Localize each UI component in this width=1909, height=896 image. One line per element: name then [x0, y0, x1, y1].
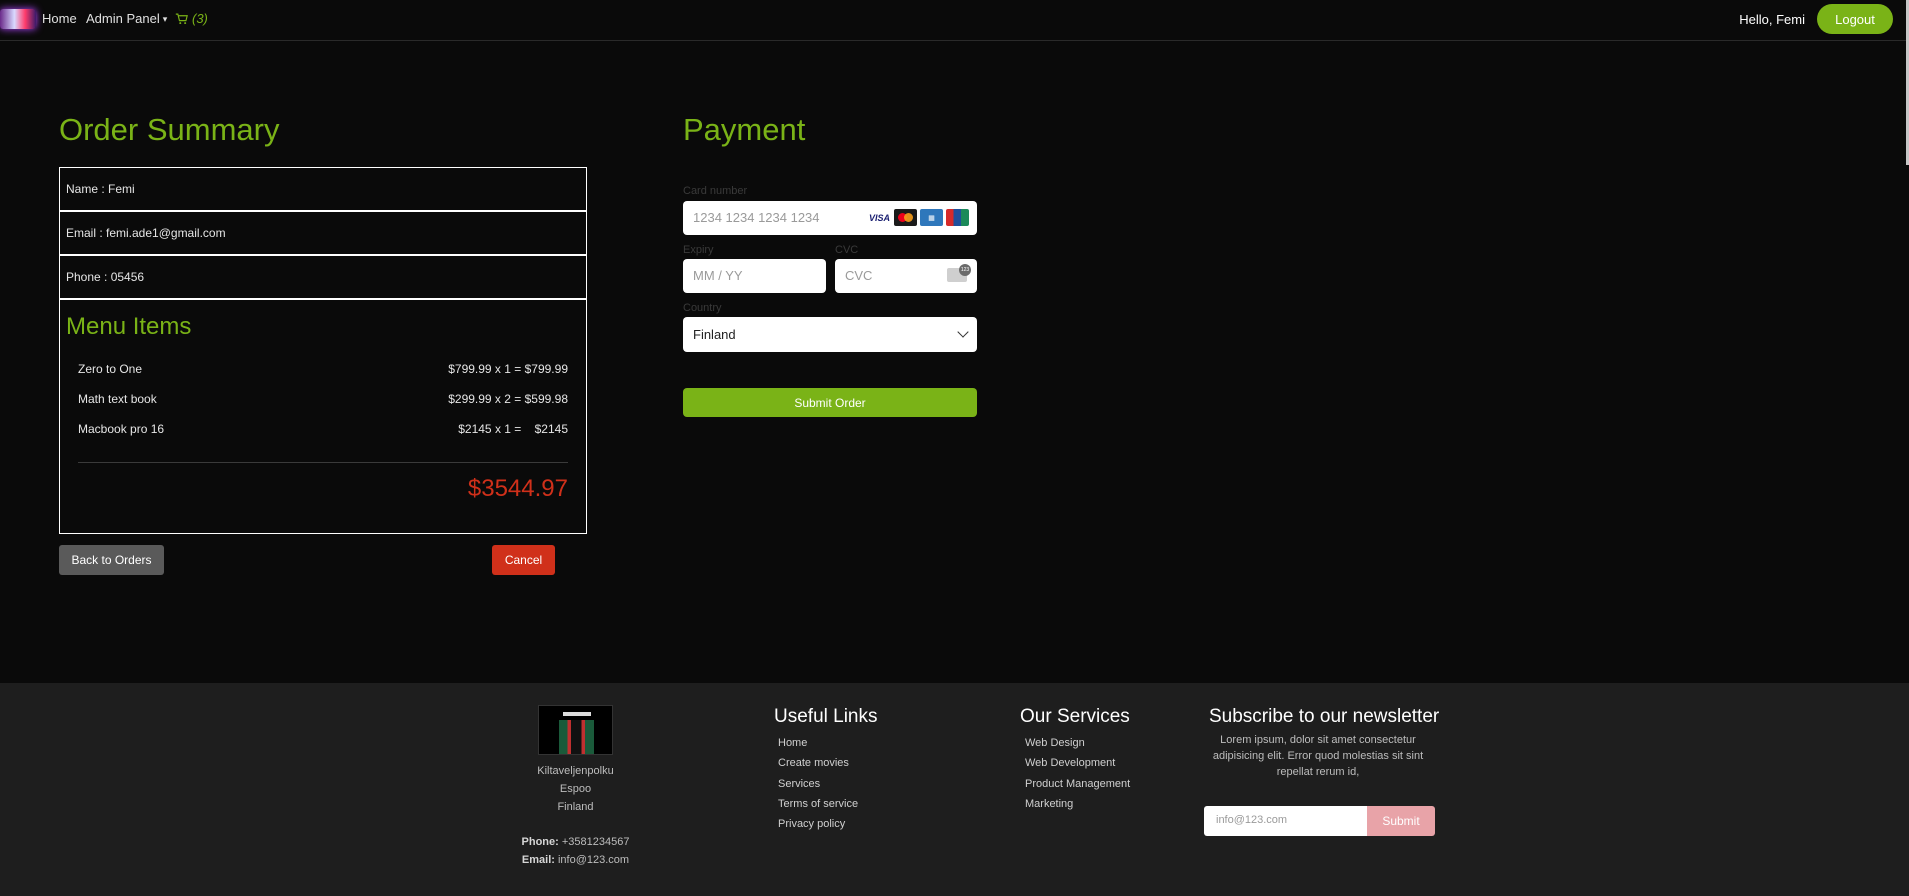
footer-service-item[interactable]: Product Management [1025, 778, 1130, 790]
nav-home-link[interactable]: Home [42, 11, 77, 26]
cancel-button[interactable]: Cancel [492, 545, 555, 575]
address-line: Kiltaveljenpolku [537, 765, 614, 777]
menu-item-price: $299.99 x 2 = $599.98 [448, 392, 568, 406]
phone-value: +3581234567 [561, 836, 630, 848]
our-services-heading: Our Services [1020, 706, 1130, 727]
cvc-label: CVC [835, 244, 859, 256]
card-number-input[interactable]: 1234 1234 1234 1234 VISA ▦ [683, 201, 977, 235]
order-name-field: Name : Femi [59, 167, 587, 211]
menu-item-price: $799.99 x 1 = $799.99 [448, 362, 568, 376]
footer-link-terms[interactable]: Terms of service [778, 798, 858, 810]
caret-down-icon: ▾ [162, 14, 168, 24]
footer-phone: Phone: +3581234567 [505, 836, 646, 848]
user-greeting: Hello, Femi [1739, 12, 1805, 27]
card-number-label: Card number [683, 185, 748, 197]
address-line: Finland [557, 801, 594, 813]
address-line: Espoo [559, 783, 592, 795]
footer-link-privacy[interactable]: Privacy policy [778, 818, 845, 830]
visa-icon: VISA [868, 209, 891, 226]
newsletter-text: Lorem ipsum, dolor sit amet consectetur … [1212, 734, 1424, 778]
country-label: Country [683, 302, 722, 314]
mastercard-icon [894, 209, 917, 226]
cart-count: (3) [192, 11, 208, 26]
menu-item-row: Macbook pro 16 $2145 x 1 = $2145 [78, 422, 568, 436]
newsletter-heading: Subscribe to our newsletter [1209, 706, 1440, 727]
navbar: Home Admin Panel ▾ (3) Hello, Femi Logout [0, 0, 1909, 41]
expiry-placeholder: MM / YY [693, 268, 743, 283]
newsletter-email-input[interactable]: info@123.com [1204, 806, 1367, 836]
menu-item-price: $2145 x 1 = $2145 [458, 422, 568, 436]
cvc-input[interactable]: CVC [835, 259, 977, 293]
footer-link-create-movies[interactable]: Create movies [778, 757, 849, 769]
footer-email: Email: info@123.com [505, 854, 646, 866]
logout-button[interactable]: Logout [1817, 4, 1893, 34]
cvc-card-icon [947, 264, 971, 282]
country-value: Finland [693, 327, 736, 342]
footer-link-services[interactable]: Services [778, 778, 820, 790]
expiry-input[interactable]: MM / YY [683, 259, 826, 293]
footer-link-home[interactable]: Home [778, 737, 807, 749]
nav-admin-panel-dropdown[interactable]: Admin Panel ▾ [86, 11, 167, 26]
footer: Kiltaveljenpolku Espoo Finland Phone: +3… [0, 683, 1909, 896]
newsletter-submit-button[interactable]: Submit [1367, 806, 1435, 836]
menu-item-name: Zero to One [78, 362, 143, 376]
menu-items-box: Menu Items Zero to One $799.99 x 1 = $79… [59, 299, 587, 534]
site-logo[interactable] [0, 9, 36, 29]
order-email-field: Email : femi.ade1@gmail.com [59, 211, 587, 255]
menu-item-row: Zero to One $799.99 x 1 = $799.99 [78, 362, 568, 376]
order-total: $3544.97 [467, 475, 568, 502]
phone-label: Phone: [521, 836, 559, 848]
email-value: info@123.com [557, 854, 630, 866]
order-phone-field: Phone : 05456 [59, 255, 587, 299]
menu-item-name: Math text book [78, 392, 157, 406]
cart-icon [175, 13, 188, 24]
country-select[interactable]: Finland [683, 317, 977, 352]
useful-links-heading: Useful Links [774, 706, 878, 727]
payment-title: Payment [683, 112, 806, 147]
admin-panel-label: Admin Panel [86, 11, 160, 26]
order-summary-title: Order Summary [59, 112, 280, 147]
card-number-placeholder: 1234 1234 1234 1234 [693, 210, 820, 225]
card-brands: VISA ▦ [868, 209, 969, 226]
submit-order-button[interactable]: Submit Order [683, 388, 977, 417]
expiry-label: Expiry [683, 244, 714, 256]
menu-item-name: Macbook pro 16 [78, 422, 165, 436]
footer-logo-image [538, 705, 613, 755]
unionpay-icon [946, 209, 969, 226]
chevron-down-icon [957, 326, 969, 338]
back-to-orders-button[interactable]: Back to Orders [59, 545, 164, 575]
footer-service-item[interactable]: Web Design [1025, 737, 1085, 749]
cart-link[interactable]: (3) [175, 11, 208, 26]
menu-items-title: Menu Items [66, 313, 192, 340]
menu-item-row: Math text book $299.99 x 2 = $599.98 [78, 392, 568, 406]
footer-service-item[interactable]: Marketing [1025, 798, 1073, 810]
footer-service-item[interactable]: Web Development [1025, 757, 1115, 769]
divider [78, 462, 568, 463]
amex-icon: ▦ [920, 209, 943, 226]
email-label: Email: [521, 854, 555, 866]
cvc-placeholder: CVC [845, 268, 873, 283]
